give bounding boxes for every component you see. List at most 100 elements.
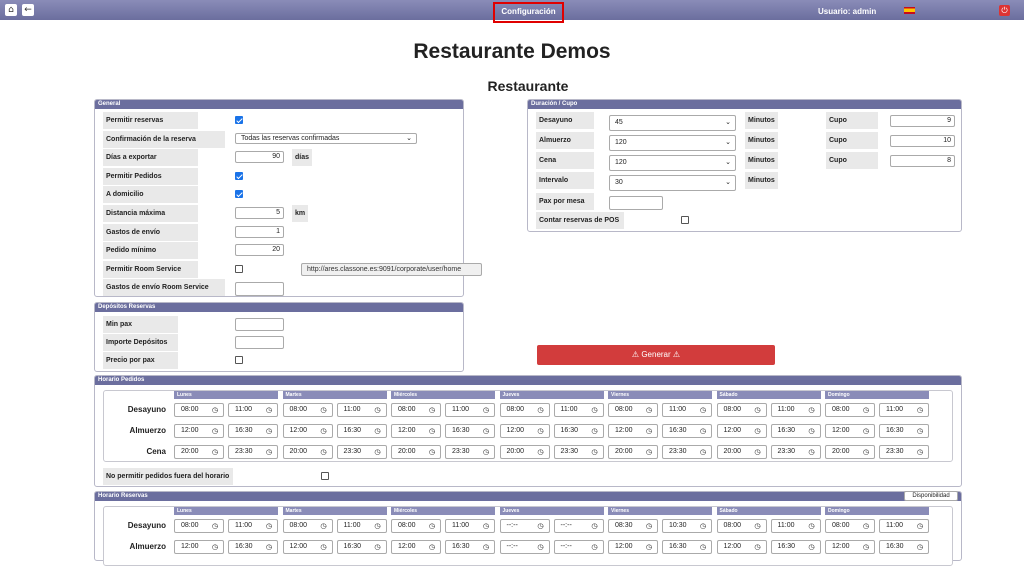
time-input[interactable]: 12:00 ◷ <box>282 540 333 554</box>
time-input[interactable]: 16:30 ◷ <box>336 540 387 554</box>
time-input[interactable]: 08:00 ◷ <box>608 403 658 417</box>
time-input[interactable]: 11:00 ◷ <box>336 403 387 417</box>
home-icon[interactable]: ⌂ <box>5 4 17 16</box>
duracion-cupo-input[interactable]: 9 <box>890 115 955 127</box>
time-input[interactable]: 16:30 ◷ <box>228 540 278 554</box>
time-input[interactable]: 23:30 ◷ <box>336 445 387 459</box>
time-input[interactable]: 20:00 ◷ <box>174 445 224 459</box>
config-tab-highlight[interactable]: Configuración <box>493 2 564 23</box>
time-input[interactable]: 12:00 ◷ <box>391 424 441 438</box>
time-input[interactable]: 08:00 ◷ <box>825 519 875 533</box>
general-row-input[interactable] <box>235 282 284 296</box>
time-input[interactable]: 08:00 ◷ <box>174 403 224 417</box>
time-input[interactable]: 16:30 ◷ <box>879 424 929 438</box>
time-input[interactable]: --:-- ◷ <box>553 519 604 533</box>
time-input[interactable]: 16:30 ◷ <box>770 424 821 438</box>
back-arrow-icon[interactable]: ← <box>22 4 34 16</box>
time-input[interactable]: --:-- ◷ <box>499 519 550 533</box>
duracion-cupo-input[interactable]: 10 <box>890 135 955 147</box>
time-input[interactable]: 08:00 ◷ <box>174 519 224 533</box>
time-input[interactable]: 23:30 ◷ <box>445 445 495 459</box>
depositos-row-input[interactable] <box>235 318 284 331</box>
time-input[interactable]: 20:00 ◷ <box>282 445 333 459</box>
time-input[interactable]: 08:30 ◷ <box>608 519 658 533</box>
disponibilidad-button[interactable]: Disponibilidad <box>904 491 958 501</box>
time-input[interactable]: 16:30 ◷ <box>445 424 495 438</box>
depositos-row-input[interactable] <box>235 336 284 349</box>
time-input[interactable]: 11:00 ◷ <box>770 519 821 533</box>
time-input[interactable]: 12:00 ◷ <box>174 424 224 438</box>
duracion-cupo-input[interactable]: 8 <box>890 155 955 167</box>
time-input[interactable]: 08:00 ◷ <box>282 519 333 533</box>
time-input[interactable]: 16:30 ◷ <box>879 540 929 554</box>
general-row-input[interactable]: 1 <box>235 226 284 238</box>
general-row-checkbox[interactable] <box>235 190 243 198</box>
time-input[interactable]: 23:30 ◷ <box>662 445 712 459</box>
general-row-checkbox[interactable] <box>235 172 243 180</box>
time-input[interactable]: 12:00 ◷ <box>282 424 333 438</box>
contar-pos-checkbox[interactable] <box>681 216 689 224</box>
time-input[interactable]: 11:00 ◷ <box>445 403 495 417</box>
time-input[interactable]: 12:00 ◷ <box>608 424 658 438</box>
time-input[interactable]: 12:00 ◷ <box>716 540 767 554</box>
time-input[interactable]: 23:30 ◷ <box>553 445 604 459</box>
time-input[interactable]: 12:00 ◷ <box>174 540 224 554</box>
time-input[interactable]: 08:00 ◷ <box>716 403 767 417</box>
time-input[interactable]: 12:00 ◷ <box>716 424 767 438</box>
general-row-checkbox[interactable] <box>235 116 243 124</box>
time-input[interactable]: 08:00 ◷ <box>282 403 333 417</box>
config-tab[interactable]: Configuración <box>495 7 562 16</box>
duracion-select[interactable]: 45 ⌄ <box>609 115 736 131</box>
time-input[interactable]: 12:00 ◷ <box>391 540 441 554</box>
time-input[interactable]: 11:00 ◷ <box>228 519 278 533</box>
general-row-input[interactable]: 20 <box>235 244 284 256</box>
no-permitir-checkbox[interactable] <box>321 472 329 480</box>
general-row-input[interactable]: 5 <box>235 207 284 219</box>
time-input[interactable]: 11:00 ◷ <box>879 519 929 533</box>
time-input[interactable]: 08:00 ◷ <box>825 403 875 417</box>
time-input[interactable]: 12:00 ◷ <box>825 424 875 438</box>
time-input[interactable]: 20:00 ◷ <box>716 445 767 459</box>
time-input[interactable]: 10:30 ◷ <box>662 519 712 533</box>
time-input[interactable]: 11:00 ◷ <box>228 403 278 417</box>
time-input[interactable]: --:-- ◷ <box>499 540 550 554</box>
time-input[interactable]: 16:30 ◷ <box>445 540 495 554</box>
time-input[interactable]: 11:00 ◷ <box>662 403 712 417</box>
time-input[interactable]: 20:00 ◷ <box>499 445 550 459</box>
confirmacion-select[interactable]: Todas las reservas confirmadas ⌄ <box>235 133 417 144</box>
general-row-input[interactable]: 90 <box>235 151 284 163</box>
time-input[interactable]: 16:30 ◷ <box>770 540 821 554</box>
time-input[interactable]: 20:00 ◷ <box>608 445 658 459</box>
time-input[interactable]: 11:00 ◷ <box>553 403 604 417</box>
power-icon[interactable]: ⏻ <box>999 5 1010 16</box>
time-input[interactable]: --:-- ◷ <box>553 540 604 554</box>
time-input[interactable]: 11:00 ◷ <box>770 403 821 417</box>
time-input[interactable]: 11:00 ◷ <box>445 519 495 533</box>
time-input[interactable]: 12:00 ◷ <box>608 540 658 554</box>
time-input[interactable]: 08:00 ◷ <box>391 403 441 417</box>
duracion-select[interactable]: 120 ⌄ <box>609 155 736 171</box>
room-service-url-field[interactable]: http://ares.classone.es:9091/corporate/u… <box>301 263 482 276</box>
time-input[interactable]: 20:00 ◷ <box>391 445 441 459</box>
time-input[interactable]: 16:30 ◷ <box>662 424 712 438</box>
time-input[interactable]: 16:30 ◷ <box>662 540 712 554</box>
time-input[interactable]: 11:00 ◷ <box>336 519 387 533</box>
time-input[interactable]: 16:30 ◷ <box>228 424 278 438</box>
time-input[interactable]: 23:30 ◷ <box>228 445 278 459</box>
time-input[interactable]: 12:00 ◷ <box>499 424 550 438</box>
time-input[interactable]: 20:00 ◷ <box>825 445 875 459</box>
general-row-checkbox[interactable] <box>235 265 243 273</box>
spain-flag-icon[interactable] <box>904 7 915 14</box>
duracion-select[interactable]: 120 ⌄ <box>609 135 736 151</box>
generar-button[interactable]: ⚠ Generar ⚠ <box>537 345 775 365</box>
time-input[interactable]: 11:00 ◷ <box>879 403 929 417</box>
time-input[interactable]: 08:00 ◷ <box>391 519 441 533</box>
time-input[interactable]: 16:30 ◷ <box>336 424 387 438</box>
pax-por-mesa-input[interactable] <box>609 196 663 210</box>
duracion-select[interactable]: 30 ⌄ <box>609 175 736 191</box>
time-input[interactable]: 08:00 ◷ <box>716 519 767 533</box>
depositos-row-checkbox[interactable] <box>235 356 243 364</box>
time-input[interactable]: 08:00 ◷ <box>499 403 550 417</box>
time-input[interactable]: 12:00 ◷ <box>825 540 875 554</box>
time-input[interactable]: 23:30 ◷ <box>770 445 821 459</box>
